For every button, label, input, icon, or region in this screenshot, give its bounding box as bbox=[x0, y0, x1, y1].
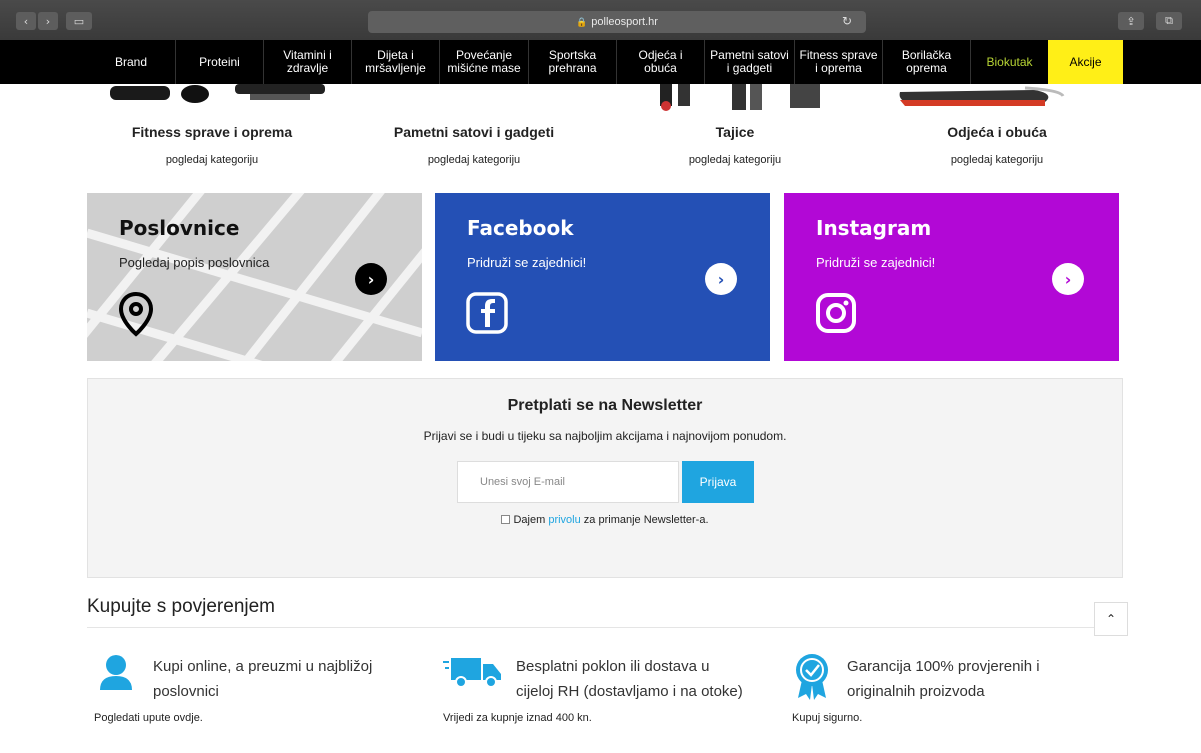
forward-button[interactable]: › bbox=[38, 12, 58, 30]
trust-line: cijeloj RH (dostavljamo i na otoke) bbox=[516, 683, 743, 700]
stores-card[interactable]: Poslovnice Pogledaj popis poslovnica › bbox=[87, 193, 422, 361]
category-link[interactable]: pogledaj kategoriju bbox=[349, 154, 599, 166]
trust-line: Kupi online, a preuzmi u najbližoj bbox=[153, 658, 373, 675]
nav-item-biokutak[interactable]: Biokutak bbox=[970, 40, 1048, 84]
tabs-button[interactable]: ⧉ bbox=[1156, 12, 1182, 30]
nav-item-dijeta[interactable]: Dijeta i mršavljenje bbox=[351, 40, 439, 84]
category-title[interactable]: Pametni satovi i gadgeti bbox=[349, 124, 599, 140]
nav-label: Borilačka oprema bbox=[901, 48, 952, 75]
guarantee-badge-icon bbox=[796, 654, 828, 700]
newsletter-subtitle: Prijavi se i budi u tijeku sa najboljim … bbox=[423, 429, 787, 443]
card-title: Instagram bbox=[816, 216, 932, 240]
sidebar-toggle-button[interactable]: ▭ bbox=[66, 12, 92, 30]
nav-label: Pametni satovi i gadgeti bbox=[710, 48, 789, 75]
share-button[interactable]: ⇪ bbox=[1118, 12, 1144, 30]
nav-label: Vitamini i zdravlje bbox=[283, 48, 332, 75]
privacy-link[interactable]: privolu bbox=[548, 514, 580, 526]
facebook-icon bbox=[466, 292, 508, 334]
trust-text: Garancija 100% provjerenih i originalnih… bbox=[847, 654, 1040, 704]
back-button[interactable]: ‹ bbox=[16, 12, 36, 30]
category-link[interactable]: pogledaj kategoriju bbox=[610, 154, 860, 166]
consent-row: Dajem privolu za primanje Newsletter-a. bbox=[88, 514, 1122, 526]
chevron-right-icon[interactable]: › bbox=[705, 263, 737, 295]
secure-shopping-link[interactable]: Kupuj sigurno. bbox=[792, 712, 862, 724]
nav-item-pametni-satovi[interactable]: Pametni satovi i gadgeti bbox=[704, 40, 794, 84]
nav-label: Sportska prehrana bbox=[548, 48, 597, 75]
nav-item-akcije[interactable]: Akcije bbox=[1048, 40, 1123, 84]
nav-label: Fitness sprave i oprema bbox=[799, 48, 878, 75]
instructions-link[interactable]: Pogledati upute ovdje. bbox=[94, 712, 203, 724]
newsletter-section: Pretplati se na Newsletter Prijavi se i … bbox=[87, 378, 1123, 578]
divider bbox=[87, 627, 1123, 628]
lock-icon: 🔒 bbox=[576, 16, 588, 27]
nav-item-sportska-prehrana[interactable]: Sportska prehrana bbox=[528, 40, 616, 84]
address-bar[interactable]: 🔒 polleosport.hr bbox=[368, 11, 866, 33]
trust-text: Kupi online, a preuzmi u najbližoj poslo… bbox=[153, 654, 372, 704]
card-subtitle: Pridruži se zajednici! bbox=[816, 255, 936, 270]
card-subtitle: Pridruži se zajednici! bbox=[467, 255, 587, 270]
category-link[interactable]: pogledaj kategoriju bbox=[872, 154, 1122, 166]
consent-checkbox[interactable] bbox=[501, 515, 511, 524]
leggings-image[interactable] bbox=[650, 84, 830, 122]
nav-label: Dijeta i mršavljenje bbox=[365, 48, 426, 75]
nav-item-odjeca[interactable]: Odjeća i obuća bbox=[616, 40, 704, 84]
chevron-up-icon: ⌃ bbox=[1105, 612, 1117, 626]
email-input[interactable]: Unesi svoj E-mail bbox=[457, 461, 679, 503]
nav-item-borilacka[interactable]: Borilačka oprema bbox=[882, 40, 970, 84]
instagram-icon bbox=[816, 293, 856, 333]
nav-label: Povećanje mišićne mase bbox=[447, 48, 521, 75]
section-title: Kupujte s povjerenjem bbox=[87, 596, 275, 617]
newsletter-title: Pretplati se na Newsletter bbox=[507, 397, 703, 414]
chevron-right-icon[interactable]: › bbox=[1052, 263, 1084, 295]
delivery-truck-icon bbox=[443, 658, 501, 688]
browser-toolbar: ‹ › ▭ 🔒 polleosport.hr ↻ ⇪ ⧉ bbox=[0, 0, 1201, 40]
scroll-top-button[interactable]: ⌃ bbox=[1094, 602, 1128, 636]
subscribe-button[interactable]: Prijava bbox=[682, 461, 754, 503]
fitness-equipment-image[interactable] bbox=[100, 84, 330, 122]
card-title: Poslovnice bbox=[119, 216, 240, 240]
trust-line: Garancija 100% provjerenih i bbox=[847, 658, 1040, 675]
card-title: Facebook bbox=[467, 216, 574, 240]
facebook-card[interactable]: Facebook Pridruži se zajednici! › bbox=[435, 193, 770, 361]
trust-line: poslovnici bbox=[153, 683, 219, 700]
nav-item-brand[interactable]: Brand bbox=[87, 40, 175, 84]
delivery-note: Vrijedi za kupnje iznad 400 kn. bbox=[443, 712, 592, 724]
nav-item-proteini[interactable]: Proteini bbox=[175, 40, 263, 84]
category-title[interactable]: Odjeća i obuća bbox=[872, 124, 1122, 140]
trust-text: Besplatni poklon ili dostava u cijeloj R… bbox=[516, 654, 743, 704]
nav-item-fitness-sprave[interactable]: Fitness sprave i oprema bbox=[794, 40, 882, 84]
chevron-right-icon[interactable]: › bbox=[355, 263, 387, 295]
card-subtitle: Pogledaj popis poslovnica bbox=[119, 255, 270, 270]
consent-text: za primanje Newsletter-a. bbox=[583, 514, 709, 526]
nav-item-vitamini[interactable]: Vitamini i zdravlje bbox=[263, 40, 351, 84]
instagram-card[interactable]: Instagram Pridruži se zajednici! › bbox=[784, 193, 1119, 361]
consent-text: Dajem bbox=[513, 514, 546, 526]
category-title[interactable]: Tajice bbox=[610, 124, 860, 140]
shoes-image[interactable] bbox=[895, 84, 1065, 122]
reload-icon[interactable]: ↻ bbox=[842, 14, 852, 28]
nav-label: Odjeća i obuća bbox=[638, 48, 683, 75]
main-navigation: Brand Proteini Vitamini i zdravlje Dijet… bbox=[0, 40, 1201, 84]
trust-line: Besplatni poklon ili dostava u bbox=[516, 658, 710, 675]
location-pin-icon bbox=[118, 291, 154, 337]
category-link[interactable]: pogledaj kategoriju bbox=[87, 154, 337, 166]
trust-line: originalnih proizvoda bbox=[847, 683, 985, 700]
url-text: polleosport.hr bbox=[591, 16, 658, 28]
nav-item-misicna-masa[interactable]: Povećanje mišićne mase bbox=[439, 40, 528, 84]
category-title[interactable]: Fitness sprave i oprema bbox=[87, 124, 337, 140]
support-agent-icon bbox=[100, 652, 132, 690]
